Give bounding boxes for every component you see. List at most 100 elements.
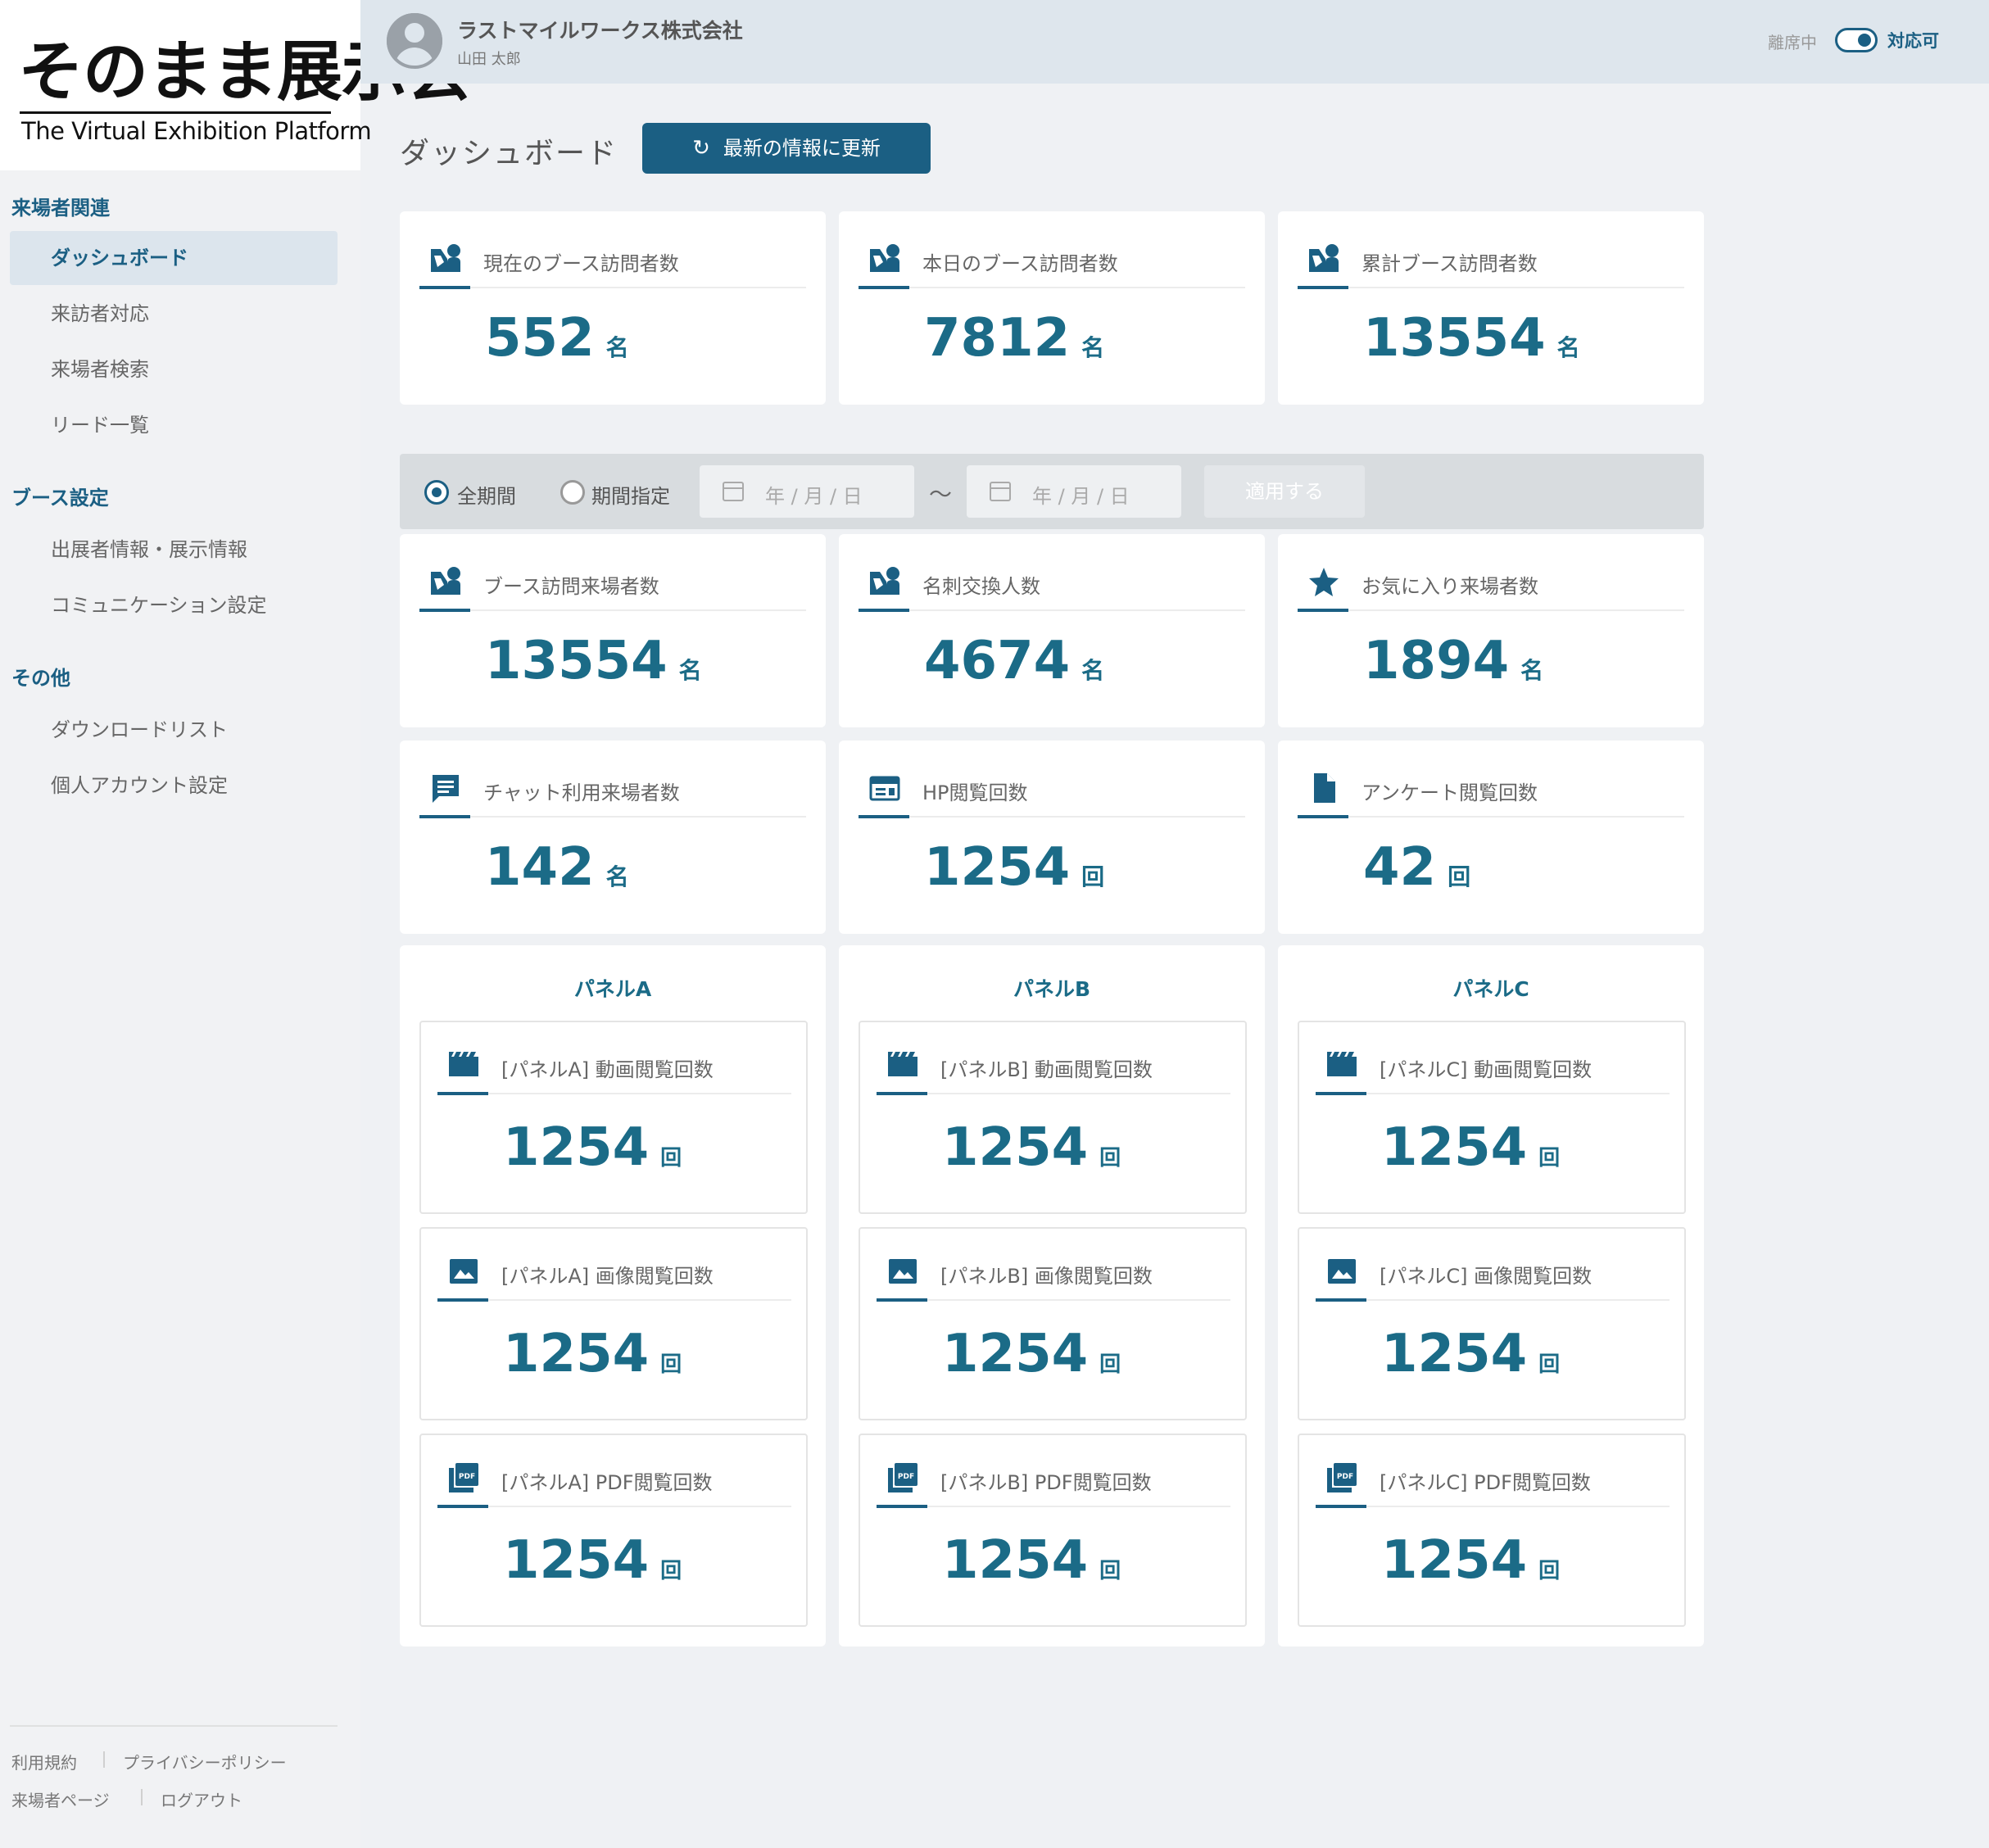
privacy-link[interactable]: プライバシーポリシー [123, 1750, 287, 1773]
card-label: [パネルC] PDF閲覧回数 [1380, 1471, 1591, 1494]
svg-text:PDF: PDF [898, 1473, 914, 1481]
panel-card: パネルC [パネルC] 動画閲覧回数 1254 回 [パネルC] 画像閲覧回数 1… [1278, 945, 1704, 1646]
card-header: 現在のブース訪問者数 [419, 242, 806, 289]
date-to-input[interactable]: 年 / 月 / 日 [967, 465, 1181, 518]
logo-subtitle: The Virtual Exhibition Platform [21, 117, 372, 145]
card-divider [877, 1506, 1230, 1507]
stat-unit: 回 [1538, 1559, 1561, 1583]
panel-title: パネルB [1013, 977, 1091, 1001]
card-divider-accent [1316, 1298, 1366, 1302]
card-label: 本日のブース訪問者数 [922, 252, 1118, 275]
stat-value: 1254 [503, 1530, 650, 1591]
sidebar-item-visitor-search[interactable]: 来場者検索 [10, 342, 338, 396]
stat-card: 累計ブース訪問者数 13554 名 [1278, 211, 1704, 405]
card-header: PDF [パネルC] PDF閲覧回数 [1316, 1461, 1670, 1508]
panel-title: パネルA [573, 977, 652, 1001]
nav-section-visitor: 来場者関連 [11, 197, 110, 220]
date-from-input[interactable]: 年 / 月 / 日 [700, 465, 914, 518]
stat-unit: 回 [660, 1559, 682, 1583]
refresh-button[interactable]: ↻ 最新の情報に更新 [642, 123, 931, 174]
radio-all-period[interactable] [424, 480, 449, 505]
card-label: [パネルB] 動画閲覧回数 [940, 1058, 1153, 1081]
card-label: [パネルC] 画像閲覧回数 [1380, 1265, 1593, 1288]
toggle-knob [1858, 34, 1871, 47]
sidebar-item-dashboard[interactable]: ダッシュボード [10, 231, 338, 285]
stat-card: 本日のブース訪問者数 7812 名 [839, 211, 1265, 405]
card-header: 名刺交換人数 [859, 565, 1245, 612]
video-icon [886, 1049, 919, 1081]
card-value-row: 1254 回 [503, 1117, 682, 1178]
stat-unit: 名 [1556, 334, 1580, 361]
sidebar-item-download-list[interactable]: ダウンロードリスト [10, 703, 338, 757]
card-divider [859, 816, 1245, 818]
sidebar-item-communication-settings[interactable]: コミュニケーション設定 [10, 578, 338, 632]
panel-title: パネルC [1452, 977, 1529, 1001]
card-value-row: 1254 回 [1381, 1530, 1560, 1591]
panel-stat-card: [パネルC] 動画閲覧回数 1254 回 [1298, 1021, 1686, 1214]
terms-link[interactable]: 利用規約 [11, 1750, 77, 1773]
stat-unit: 回 [1099, 1559, 1121, 1583]
card-divider [437, 1506, 791, 1507]
card-label: [パネルC] 動画閲覧回数 [1380, 1058, 1593, 1081]
card-divider-accent [437, 1505, 488, 1508]
card-value-row: 1254 回 [503, 1530, 682, 1591]
card-value-row: 7812 名 [924, 308, 1104, 369]
date-to-placeholder: 年 / 月 / 日 [1032, 485, 1130, 508]
pdf-icon: PDF [1325, 1461, 1358, 1494]
radio-specify-period-label[interactable]: 期間指定 [591, 480, 670, 509]
card-divider [877, 1093, 1230, 1094]
nav-section-other: その他 [11, 667, 70, 690]
card-value-row: 4674 名 [924, 631, 1104, 691]
card-header: 本日のブース訪問者数 [859, 242, 1245, 289]
sidebar-item-lead-list[interactable]: リード一覧 [10, 398, 338, 452]
visitor-page-link[interactable]: 来場者ページ [11, 1787, 110, 1811]
image-icon [886, 1255, 919, 1288]
sidebar-item-exhibitor-info[interactable]: 出展者情報・展示情報 [10, 523, 338, 577]
panel-stat-card: PDF [パネルC] PDF閲覧回数 1254 回 [1298, 1434, 1686, 1627]
card-header: 累計ブース訪問者数 [1298, 242, 1684, 289]
stat-unit: 回 [660, 1146, 682, 1171]
card-divider-accent [1298, 286, 1348, 289]
card-divider [437, 1299, 791, 1301]
logo-title: そのまま展示会 [18, 34, 472, 110]
date-range-separator: 〜 [929, 481, 953, 508]
radio-all-period-label[interactable]: 全期間 [457, 480, 516, 509]
pdf-icon: PDF [447, 1461, 480, 1494]
card-label: アンケート閲覧回数 [1361, 781, 1538, 804]
card-label: [パネルA] 動画閲覧回数 [501, 1058, 714, 1081]
card-header: [パネルA] 画像閲覧回数 [437, 1255, 791, 1302]
document-icon [1307, 772, 1340, 804]
card-divider-accent [1298, 609, 1348, 612]
logo[interactable]: そのまま展示会 The Virtual Exhibition Platform [0, 0, 472, 170]
stat-unit: 回 [1538, 1352, 1561, 1377]
footer-separator [103, 1751, 105, 1768]
card-divider [419, 816, 806, 818]
footer-separator [141, 1789, 143, 1805]
apply-button[interactable]: 適用する [1204, 465, 1365, 518]
card-value-row: 13554 名 [485, 631, 702, 691]
sidebar: そのまま展示会 The Virtual Exhibition Platform … [0, 0, 472, 1848]
card-value-row: 1254 回 [1381, 1117, 1560, 1178]
card-label: ブース訪問来場者数 [483, 575, 659, 598]
card-value-row: 1254 回 [942, 1324, 1121, 1384]
card-divider-accent [859, 609, 909, 612]
sidebar-item-visitor-response[interactable]: 来訪者対応 [10, 287, 338, 341]
stat-value: 1254 [503, 1117, 650, 1178]
refresh-icon: ↻ [692, 136, 710, 161]
panel-stat-card: [パネルC] 画像閲覧回数 1254 回 [1298, 1227, 1686, 1420]
card-label: 名刺交換人数 [922, 575, 1040, 598]
stat-unit: 回 [1448, 863, 1471, 890]
card-divider [1298, 816, 1684, 818]
card-divider [877, 1299, 1230, 1301]
radio-specify-period[interactable] [560, 480, 585, 505]
panel-card: パネルB [パネルB] 動画閲覧回数 1254 回 [パネルB] 画像閲覧回数 1… [839, 945, 1265, 1646]
logout-link[interactable]: ログアウト [161, 1787, 242, 1811]
card-divider-accent [1298, 815, 1348, 818]
availability-toggle[interactable] [1835, 28, 1878, 52]
sidebar-item-account-settings[interactable]: 個人アカウント設定 [10, 759, 338, 813]
calendar-icon [990, 482, 1011, 501]
stat-value: 552 [485, 308, 595, 369]
stat-unit: 名 [605, 863, 629, 890]
calendar-icon [723, 482, 744, 501]
card-label: [パネルA] 画像閲覧回数 [501, 1265, 714, 1288]
